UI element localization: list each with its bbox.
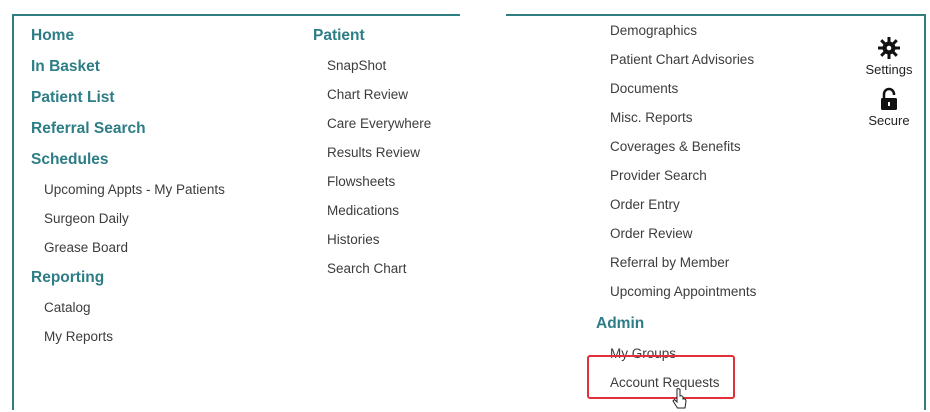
highlight-box	[587, 355, 735, 399]
menu-column-1: Home In Basket Patient List Referral Sea…	[31, 20, 225, 351]
settings-label: Settings	[865, 62, 913, 77]
menu-catalog[interactable]: Catalog	[31, 293, 225, 322]
menu-search-chart[interactable]: Search Chart	[313, 254, 431, 283]
menu-patient-list[interactable]: Patient List	[31, 82, 225, 113]
menu-care-everywhere[interactable]: Care Everywhere	[313, 109, 431, 138]
menu-my-reports[interactable]: My Reports	[31, 322, 225, 351]
secure-button[interactable]: Secure	[858, 87, 920, 128]
menu-histories[interactable]: Histories	[313, 225, 431, 254]
secure-label: Secure	[868, 113, 910, 128]
menu-demographics[interactable]: Demographics	[596, 16, 756, 45]
menu-order-review[interactable]: Order Review	[596, 219, 756, 248]
menu-section-schedules: Schedules	[31, 151, 109, 168]
menu-upcoming-appointments[interactable]: Upcoming Appointments	[596, 277, 756, 306]
menu-documents[interactable]: Documents	[596, 74, 756, 103]
menu-in-basket[interactable]: In Basket	[31, 51, 225, 82]
menu-flowsheets[interactable]: Flowsheets	[313, 167, 431, 196]
menu-section-admin: Admin	[596, 315, 645, 332]
settings-button[interactable]: Settings	[858, 36, 920, 77]
menu-results-review[interactable]: Results Review	[313, 138, 431, 167]
right-toolbar: Settings Secure	[858, 36, 920, 138]
menu-upcoming-appts-my-patients[interactable]: Upcoming Appts - My Patients	[31, 175, 225, 204]
menu-grease-board[interactable]: Grease Board	[31, 233, 225, 262]
menu-provider-search[interactable]: Provider Search	[596, 161, 756, 190]
lock-icon	[858, 87, 920, 113]
menu-section-reporting: Reporting	[31, 269, 105, 286]
menu-column-3: Demographics Patient Chart Advisories Do…	[596, 16, 756, 397]
menu-column-2: Patient SnapShot Chart Review Care Every…	[313, 20, 431, 283]
menu-snapshot[interactable]: SnapShot	[313, 51, 431, 80]
menu-referral-search[interactable]: Referral Search	[31, 113, 225, 144]
menu-referral-by-member[interactable]: Referral by Member	[596, 248, 756, 277]
menu-surgeon-daily[interactable]: Surgeon Daily	[31, 204, 225, 233]
menu-order-entry[interactable]: Order Entry	[596, 190, 756, 219]
menu-medications[interactable]: Medications	[313, 196, 431, 225]
gear-icon	[858, 36, 920, 62]
menu-section-patient: Patient	[313, 27, 365, 44]
menu-misc-reports[interactable]: Misc. Reports	[596, 103, 756, 132]
frame-gap	[460, 12, 506, 17]
menu-chart-review[interactable]: Chart Review	[313, 80, 431, 109]
menu-coverages-benefits[interactable]: Coverages & Benefits	[596, 132, 756, 161]
mouse-cursor-icon	[672, 388, 687, 409]
menu-home[interactable]: Home	[31, 20, 225, 51]
menu-patient-chart-advisories[interactable]: Patient Chart Advisories	[596, 45, 756, 74]
